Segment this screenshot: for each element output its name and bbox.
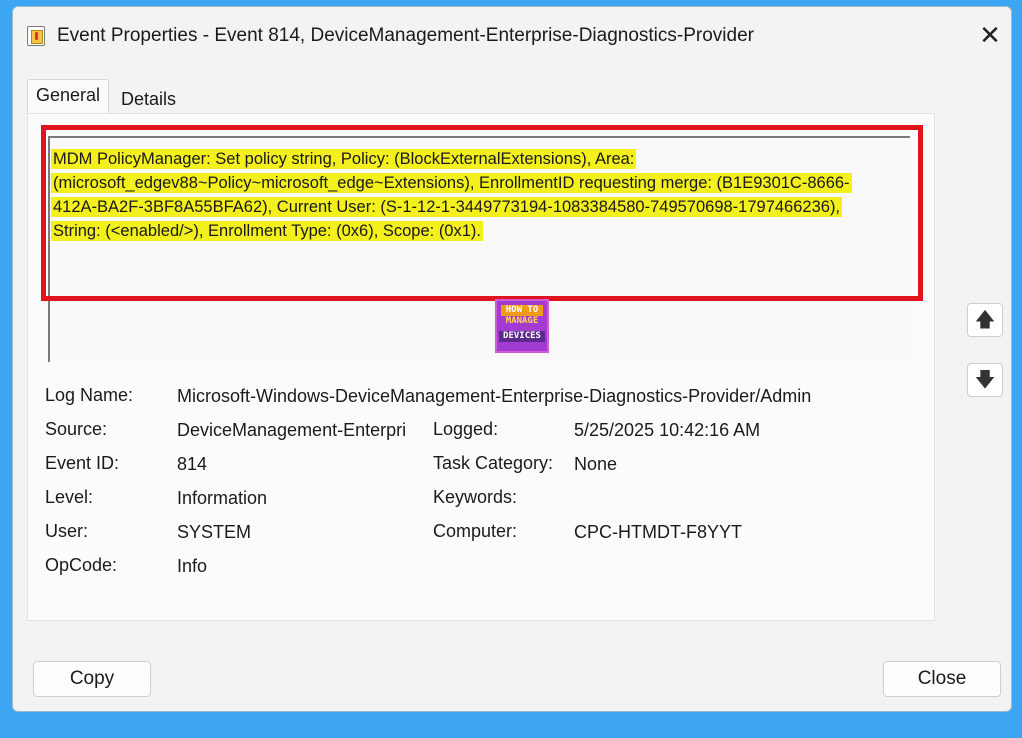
computer-value: CPC-HTMDT-F8YYT bbox=[574, 522, 742, 542]
arrow-up-icon: 🡅 bbox=[974, 309, 996, 331]
close-icon[interactable]: ✕ bbox=[975, 21, 1005, 51]
logged-label: Logged: bbox=[433, 419, 499, 439]
logged-value: 5/25/2025 10:42:16 AM bbox=[574, 420, 761, 440]
user-value: SYSTEM bbox=[177, 522, 252, 542]
log-name-label: Log Name: bbox=[45, 385, 134, 405]
title-bar: Event Properties - Event 814, DeviceMana… bbox=[13, 7, 1011, 65]
opcode-value: Info bbox=[177, 556, 208, 576]
tab-details[interactable]: Details bbox=[113, 85, 184, 114]
tab-general[interactable]: General bbox=[27, 79, 110, 115]
log-name-value: Microsoft-Windows-DeviceManagement-Enter… bbox=[177, 386, 812, 406]
user-label: User: bbox=[45, 521, 89, 541]
copy-button[interactable]: Copy bbox=[33, 661, 151, 697]
event-viewer-app-icon bbox=[27, 26, 45, 46]
computer-label: Computer: bbox=[433, 521, 518, 541]
event-properties-window: Event Properties - Event 814, DeviceMana… bbox=[12, 6, 1012, 712]
level-label: Level: bbox=[45, 487, 94, 507]
event-id-label: Event ID: bbox=[45, 453, 120, 473]
task-category-value: None bbox=[574, 454, 618, 474]
logo-middle-text: MANAGE bbox=[505, 316, 539, 326]
previous-event-button[interactable]: 🡅 bbox=[967, 303, 1003, 337]
source-label: Source: bbox=[45, 419, 108, 439]
event-id-value: 814 bbox=[177, 454, 208, 474]
logo-top-text: HOW TO bbox=[501, 305, 543, 316]
logo-bottom-text: DEVICES bbox=[499, 331, 545, 342]
window-title: Event Properties - Event 814, DeviceMana… bbox=[57, 25, 754, 46]
arrow-down-icon: 🡇 bbox=[974, 369, 996, 391]
how-to-manage-devices-logo: HOW TO MANAGE DEVICES bbox=[495, 299, 549, 353]
level-value: Information bbox=[177, 488, 268, 508]
opcode-label: OpCode: bbox=[45, 555, 118, 575]
source-value: DeviceManagement-Enterpri bbox=[177, 420, 407, 440]
task-category-label: Task Category: bbox=[433, 453, 554, 473]
annotation-red-rectangle bbox=[41, 125, 923, 301]
next-event-button[interactable]: 🡇 bbox=[967, 363, 1003, 397]
keywords-label: Keywords: bbox=[433, 487, 518, 507]
close-button[interactable]: Close bbox=[883, 661, 1001, 697]
